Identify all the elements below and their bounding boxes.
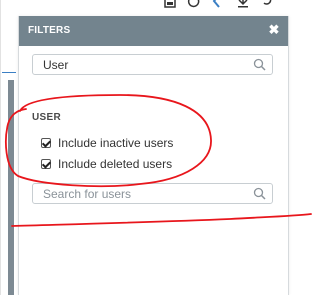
app-toolbar bbox=[150, 0, 312, 10]
undo-icon[interactable] bbox=[260, 0, 274, 8]
include-deleted-option[interactable]: Include deleted users bbox=[41, 157, 172, 171]
filter-search-field[interactable] bbox=[32, 54, 273, 75]
user-section-label: USER bbox=[32, 112, 61, 123]
user-search-field[interactable] bbox=[32, 183, 273, 204]
background-tab-marker bbox=[2, 72, 16, 73]
filter-search-input[interactable] bbox=[33, 55, 255, 74]
include-inactive-checkbox[interactable] bbox=[41, 138, 51, 148]
page: FILTERS ✖ USER Include inactive users In… bbox=[0, 0, 312, 295]
include-inactive-label[interactable]: Include inactive users bbox=[58, 136, 173, 150]
search-icon[interactable] bbox=[253, 187, 266, 200]
background-left-border bbox=[0, 0, 1, 295]
include-deleted-checkbox[interactable] bbox=[41, 159, 51, 169]
download-icon[interactable] bbox=[236, 0, 250, 8]
search-icon[interactable] bbox=[253, 58, 266, 71]
close-icon[interactable]: ✖ bbox=[268, 23, 280, 37]
filters-panel: FILTERS ✖ USER Include inactive users In… bbox=[18, 16, 289, 295]
back-icon[interactable] bbox=[210, 0, 224, 8]
include-deleted-label[interactable]: Include deleted users bbox=[58, 157, 172, 171]
background-scrollbar[interactable] bbox=[8, 80, 14, 295]
refresh-icon[interactable] bbox=[187, 0, 201, 8]
panel-header: FILTERS ✖ bbox=[19, 16, 288, 46]
user-search-input[interactable] bbox=[33, 184, 255, 203]
panel-title: FILTERS bbox=[28, 25, 71, 36]
save-icon[interactable] bbox=[163, 0, 177, 8]
include-inactive-option[interactable]: Include inactive users bbox=[41, 136, 173, 150]
